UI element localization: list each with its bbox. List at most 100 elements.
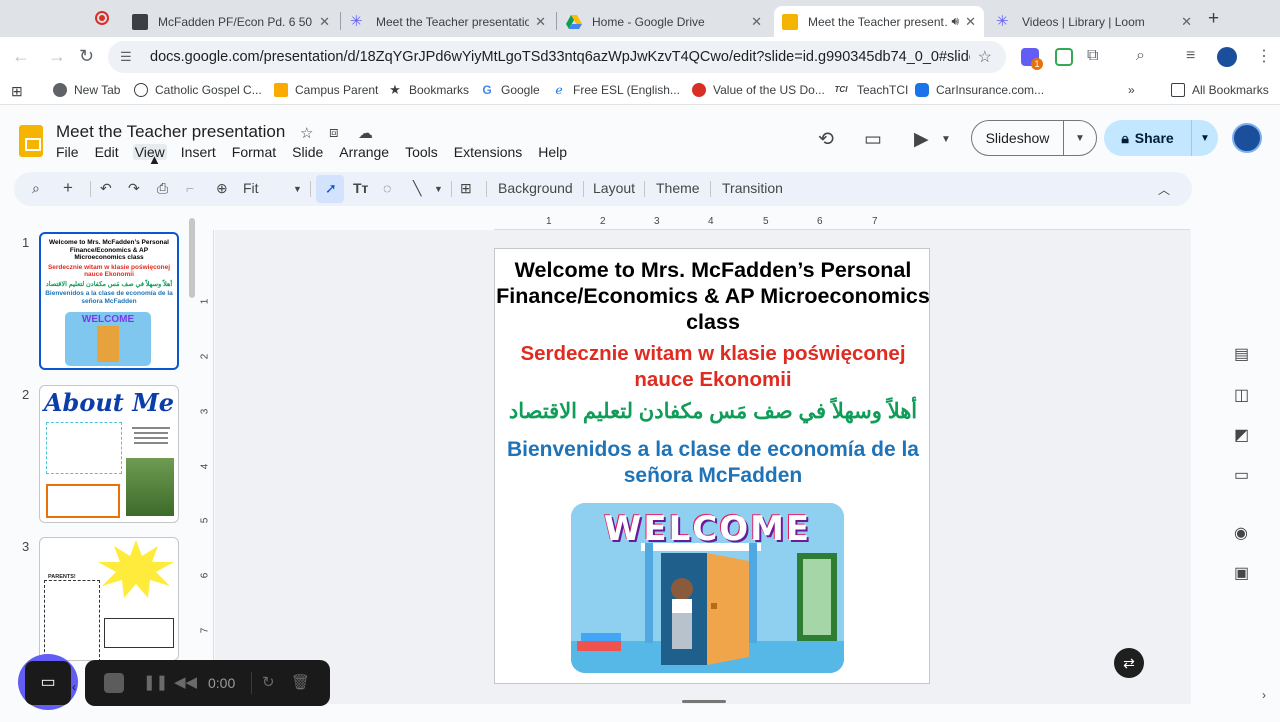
slide-1-canvas[interactable]: Welcome to Mrs. McFadden’s Personal Fina… — [494, 248, 930, 684]
trash-icon[interactable]: 🗑︎ — [291, 673, 310, 691]
menu-arrange[interactable]: Arrange — [339, 144, 389, 160]
close-tab-icon[interactable]: ✕ — [1181, 14, 1192, 30]
bookmark-free-esl[interactable]: ℯ Free ESL (English... — [552, 83, 680, 97]
bookmark-new-tab[interactable]: New Tab — [53, 83, 120, 97]
menu-extensions[interactable]: Extensions — [454, 144, 522, 160]
browser-tab-mcfadden[interactable]: McFadden PF/Econ Pd. 6 50… ✕ — [124, 6, 338, 37]
chevron-down-icon[interactable]: ▼ — [293, 184, 302, 194]
cloud-saved-icon[interactable]: ☁ — [358, 124, 373, 142]
slide-thumbnail-1[interactable]: Welcome to Mrs. McFadden’s Personal Fina… — [39, 232, 179, 370]
filmstrip-scrollbar[interactable] — [189, 218, 195, 298]
omnibox[interactable]: ☰ docs.google.com/presentation/d/18ZqYGr… — [108, 41, 1006, 73]
bookmark-bookmarks[interactable]: ★ Bookmarks — [388, 83, 469, 98]
share-button[interactable]: 🔒︎ Share ▼ — [1104, 120, 1218, 156]
insert-comment-icon[interactable]: ⊞ — [460, 180, 472, 197]
rewind-icon[interactable]: ◀◀ — [174, 673, 197, 691]
transition-button[interactable]: Transition — [722, 180, 783, 196]
star-icon[interactable]: ☆ — [300, 124, 313, 142]
menu-file[interactable]: File — [56, 144, 79, 160]
calendar-side-icon[interactable]: ▤ — [1234, 344, 1249, 364]
back-arrow-icon[interactable]: ← — [12, 46, 30, 67]
tasks-side-icon[interactable]: ◩ — [1234, 425, 1249, 445]
chevron-down-icon[interactable]: ▼ — [1192, 133, 1218, 144]
audio-playing-icon[interactable]: 🔊︎ — [952, 14, 960, 29]
redo-icon[interactable]: ↷ — [128, 180, 140, 197]
new-slide-icon[interactable]: + — [63, 178, 73, 198]
reload-icon[interactable]: ↻ — [79, 46, 94, 67]
chevron-down-icon[interactable]: ▼ — [1064, 133, 1096, 144]
browser-tab-meet-teacher-1[interactable]: ✳ Meet the Teacher presentatio… ✕ — [342, 6, 554, 37]
image-shape-icon[interactable]: ◌ — [383, 180, 391, 196]
zoom-icon[interactable]: ⊕ — [216, 180, 228, 197]
bookmark-google[interactable]: G Google — [480, 83, 539, 97]
apps-grid-icon[interactable]: ⊞ — [11, 83, 23, 100]
new-tab-button[interactable]: + — [1208, 8, 1219, 30]
url-text[interactable]: docs.google.com/presentation/d/18ZqYGrJP… — [150, 49, 970, 65]
all-bookmarks-folder[interactable]: All Bookmarks — [1171, 83, 1269, 97]
line-icon[interactable]: ╲ — [413, 180, 421, 197]
menu-format[interactable]: Format — [232, 144, 276, 160]
text-box-icon[interactable]: Tт — [353, 180, 368, 196]
close-tab-icon[interactable]: ✕ — [965, 14, 976, 30]
chevron-down-icon[interactable]: ▼ — [941, 134, 951, 145]
bookmark-catholic-gospel[interactable]: Catholic Gospel C... — [134, 83, 262, 97]
background-button[interactable]: Background — [498, 180, 573, 196]
menu-insert[interactable]: Insert — [181, 144, 216, 160]
slide-thumbnail-2[interactable]: About Me — [39, 385, 179, 523]
close-tab-icon[interactable]: ✕ — [535, 14, 546, 30]
keep-side-icon[interactable]: ◫ — [1234, 385, 1249, 405]
print-icon[interactable]: ⎙ — [157, 180, 168, 197]
welcome-bitmoji-image[interactable]: WELCOME — [571, 503, 844, 673]
slide-arabic-text[interactable]: أهلاً وسهلاً في صف مَس مكفادن لتعليم الا… — [495, 398, 931, 426]
slideshow-label[interactable]: Slideshow — [972, 121, 1064, 155]
pause-icon[interactable]: ❚❚ — [143, 673, 168, 691]
chevron-down-icon[interactable]: ▼ — [434, 184, 443, 194]
select-cursor-icon[interactable]: ➚ — [325, 180, 337, 197]
slide-title-text[interactable]: Welcome to Mrs. McFadden’s Personal Fina… — [495, 257, 931, 335]
collapse-arrow-icon[interactable]: ‹ — [72, 680, 76, 694]
more-menu-icon[interactable]: ⋮ — [1256, 46, 1272, 66]
layout-button[interactable]: Layout — [593, 180, 635, 196]
slideshow-button[interactable]: Slideshow ▼ — [971, 120, 1097, 156]
undo-icon[interactable]: ↶ — [100, 180, 112, 197]
bookmark-teachtci[interactable]: TCI TeachTCI — [832, 83, 909, 97]
menu-edit[interactable]: Edit — [95, 144, 119, 160]
slide-polish-text[interactable]: Serdecznie witam w klasie poświęconej na… — [495, 341, 931, 393]
bookmark-carinsurance[interactable]: CarInsurance.com... — [915, 83, 1044, 97]
reading-list-icon[interactable]: ≡ — [1186, 47, 1195, 65]
google-slides-logo-icon[interactable] — [19, 125, 43, 157]
camera-toggle-icon[interactable]: ▭ — [25, 661, 71, 705]
video-side-icon[interactable]: ▣ — [1234, 563, 1249, 583]
zoom-select[interactable]: Fit — [243, 180, 259, 196]
profile-avatar[interactable] — [1217, 47, 1237, 67]
document-title[interactable]: Meet the Teacher presentation — [56, 122, 285, 142]
restart-icon[interactable]: ↻ — [262, 673, 275, 691]
share-label[interactable]: 🔒︎ Share — [1104, 120, 1192, 156]
account-avatar[interactable] — [1232, 123, 1262, 153]
speaker-notes-handle[interactable] — [682, 700, 726, 703]
collapse-toolbar-chevron-up-icon[interactable]: ︿ — [1158, 181, 1170, 198]
move-folder-icon[interactable]: ⧈ — [329, 124, 339, 141]
version-history-icon[interactable]: ⟲ — [818, 128, 834, 151]
bookmark-star-icon[interactable]: ☆ — [978, 47, 992, 67]
meet-camera-icon[interactable]: ▶ — [914, 128, 929, 151]
extensions-puzzle-icon[interactable]: ⧉ — [1087, 47, 1098, 65]
slide-thumbnail-3[interactable]: PARENTS! — [39, 537, 179, 661]
paint-format-icon[interactable]: ⌐ — [186, 180, 194, 196]
browser-tab-meet-teacher-active[interactable]: Meet the Teacher present… 🔊︎ ✕ — [774, 6, 984, 37]
record-side-icon[interactable]: ◉ — [1234, 523, 1248, 543]
menu-tools[interactable]: Tools — [405, 144, 438, 160]
close-tab-icon[interactable]: ✕ — [319, 14, 330, 30]
forward-arrow-icon[interactable]: → — [48, 46, 66, 67]
slide-spanish-text[interactable]: Bienvenidos a la clase de economía de la… — [495, 437, 931, 489]
loom-float-button-icon[interactable]: ⇄ — [1114, 648, 1144, 678]
folder-side-icon[interactable]: ▭ — [1234, 465, 1249, 485]
more-bookmarks-chevron-icon[interactable]: » — [1128, 83, 1135, 97]
expand-panel-chevron-icon[interactable]: › — [1262, 688, 1266, 702]
tab-search-icon[interactable]: ⌕ — [1136, 47, 1145, 65]
close-tab-icon[interactable]: ✕ — [751, 14, 762, 30]
comments-icon[interactable]: ▭ — [864, 128, 882, 151]
bookmark-value-us-dollar[interactable]: Value of the US Do... — [692, 83, 825, 97]
site-settings-icon[interactable]: ☰ — [120, 49, 136, 65]
browser-tab-google-drive[interactable]: Home - Google Drive ✕ — [558, 6, 770, 37]
